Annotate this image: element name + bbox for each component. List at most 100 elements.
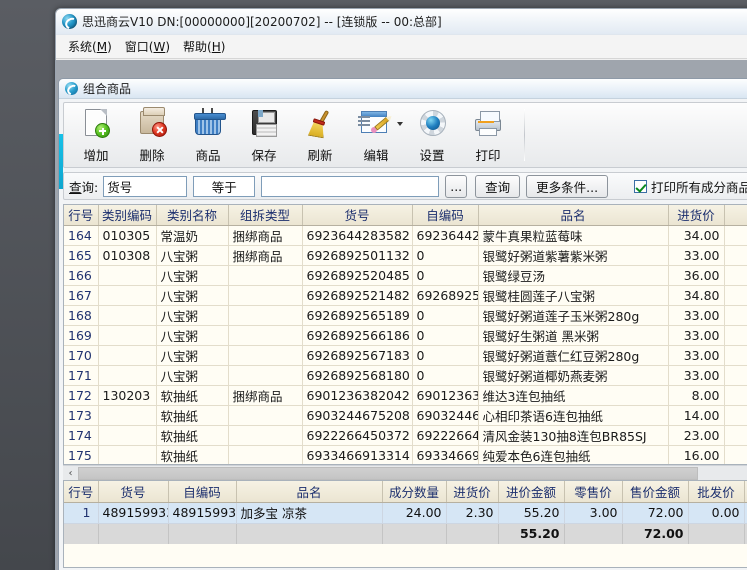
cell-货号[interactable]: 6923644283582 — [302, 225, 413, 246]
cell-批发价[interactable]: 0.0 — [724, 325, 747, 346]
dcell-零售价[interactable]: 3.00 — [564, 502, 623, 524]
save-button[interactable]: 保存 — [236, 106, 292, 166]
table-row[interactable]: 171 八宝粥 69268925681800银鹭好粥道椰奶燕麦粥33.000.0 — [64, 365, 747, 386]
cell-批发价[interactable]: 0.0 — [724, 425, 747, 446]
cell-类别名称[interactable]: 软抽纸 — [156, 405, 229, 426]
cell-类别名称[interactable]: 常温奶 — [156, 225, 229, 246]
query-more-conditions-button[interactable]: 更多条件... — [526, 174, 609, 198]
cell-进货价[interactable]: 34.80 — [668, 285, 725, 306]
query-value-input[interactable] — [261, 175, 440, 197]
cell-类别名称[interactable]: 八宝粥 — [156, 365, 229, 386]
cell-货号[interactable]: 6922266450372 — [302, 425, 413, 446]
col-header-item-name[interactable]: 品名 — [478, 205, 669, 226]
cell-进货价[interactable]: 36.00 — [668, 265, 725, 286]
cell-货号[interactable]: 6926892565189 — [302, 305, 413, 326]
cell-行号[interactable]: 165 — [64, 245, 99, 266]
dcell-成分数量[interactable]: 24.00 — [382, 502, 447, 524]
cell-类别名称[interactable]: 八宝粥 — [156, 325, 229, 346]
cell-组拆类型[interactable] — [228, 285, 303, 306]
cell-批发价[interactable]: 0.0 — [724, 245, 747, 266]
cell-行号[interactable]: 174 — [64, 425, 99, 446]
cell-批发价[interactable]: 0.0 — [724, 305, 747, 326]
cell-自编码[interactable]: 0 — [412, 345, 479, 366]
dcol-header-retail-price[interactable]: 零售价 — [564, 481, 623, 503]
cell-类别编码[interactable] — [98, 405, 157, 426]
cell-自编码[interactable]: 0 — [412, 365, 479, 386]
menu-item-system[interactable]: 系统(M) — [64, 36, 121, 57]
cell-组拆类型[interactable] — [228, 265, 303, 286]
dcol-header-rowno[interactable]: 行号 — [64, 481, 99, 503]
cell-类别名称[interactable]: 软抽纸 — [156, 385, 229, 406]
cell-品名[interactable]: 纯爱本色6连包抽纸 — [478, 445, 669, 464]
dcell-行号[interactable]: 1 — [64, 502, 99, 524]
cell-批发价[interactable]: 0.0 — [724, 405, 747, 426]
cell-批发价[interactable]: 0.0 — [724, 385, 747, 406]
cell-组拆类型[interactable]: 捆绑商品 — [228, 245, 303, 266]
dcell-进价金额[interactable]: 55.20 — [498, 502, 565, 524]
menu-item-help[interactable]: 帮助(H) — [179, 36, 234, 57]
cell-类别编码[interactable] — [98, 305, 157, 326]
cell-进货价[interactable]: 23.00 — [668, 425, 725, 446]
hscrollbar-thumb[interactable] — [78, 467, 698, 480]
dcell-售价金额[interactable]: 72.00 — [622, 502, 689, 524]
table-row[interactable]: 168 八宝粥 69268925651890银鹭好粥道莲子玉米粥280g33.000… — [64, 305, 747, 326]
cell-自编码[interactable]: 0 — [412, 325, 479, 346]
cell-批发价[interactable]: 0.0 — [724, 225, 747, 246]
cell-进货价[interactable]: 16.00 — [668, 445, 725, 464]
dcol-header-wholesale-price[interactable]: 批发价 — [688, 481, 745, 503]
cell-货号[interactable]: 6901236382042 — [302, 385, 413, 406]
query-browse-button[interactable]: ... — [445, 174, 468, 198]
col-header-category-code[interactable]: 类别编码 — [98, 205, 157, 226]
dcell-进货价[interactable]: 2.30 — [446, 502, 499, 524]
table-row[interactable]: 148915993383934891599338393加多宝 凉茶24.002.… — [64, 502, 747, 524]
dcell-批发价[interactable]: 0.00 — [688, 502, 745, 524]
cell-组拆类型[interactable] — [228, 425, 303, 446]
cell-类别名称[interactable]: 八宝粥 — [156, 265, 229, 286]
add-button[interactable]: 增加 — [68, 106, 124, 166]
col-header-rowno[interactable]: 行号 — [64, 205, 99, 226]
dcol-header-purchase-price[interactable]: 进货价 — [446, 481, 499, 503]
cell-类别编码[interactable] — [98, 265, 157, 286]
cell-品名[interactable]: 银鹭绿豆汤 — [478, 265, 669, 286]
cell-批发价[interactable]: 0.0 — [724, 365, 747, 386]
col-header-item-no[interactable]: 货号 — [302, 205, 413, 226]
cell-品名[interactable]: 蒙牛真果粒蓝莓味 — [478, 225, 669, 246]
cell-类别名称[interactable]: 八宝粥 — [156, 345, 229, 366]
col-header-purchase-price[interactable]: 进货价 — [668, 205, 725, 226]
cell-品名[interactable]: 维达3连包抽纸 — [478, 385, 669, 406]
cell-品名[interactable]: 银鹭好生粥道 黑米粥 — [478, 325, 669, 346]
cell-组拆类型[interactable] — [228, 405, 303, 426]
cell-行号[interactable]: 168 — [64, 305, 99, 326]
table-row[interactable]: 173软抽纸69032446752086903244675208心相印茶语6连包… — [64, 405, 747, 426]
cell-类别编码[interactable] — [98, 425, 157, 446]
cell-自编码[interactable]: 6903244675208 — [412, 405, 479, 426]
cell-类别编码[interactable]: 130203 — [98, 385, 157, 406]
cell-组拆类型[interactable] — [228, 445, 303, 464]
cell-进货价[interactable]: 33.00 — [668, 245, 725, 266]
cell-行号[interactable]: 170 — [64, 345, 99, 366]
cell-货号[interactable]: 6903244675208 — [302, 405, 413, 426]
table-row[interactable]: 172130203软抽纸捆绑商品690123638204269012363820… — [64, 385, 747, 406]
delete-button[interactable]: 删除 — [124, 106, 180, 166]
cell-类别编码[interactable]: 010305 — [98, 225, 157, 246]
chevron-down-icon[interactable] — [397, 122, 403, 126]
cell-组拆类型[interactable] — [228, 365, 303, 386]
cell-自编码[interactable]: 6901236382042 — [412, 385, 479, 406]
menu-item-window[interactable]: 窗口(W) — [121, 36, 179, 57]
cell-类别编码[interactable]: 010308 — [98, 245, 157, 266]
cell-进货价[interactable]: 8.00 — [668, 385, 725, 406]
col-header-self-code[interactable]: 自编码 — [412, 205, 479, 226]
edit-button[interactable]: 编辑 — [348, 106, 404, 166]
print-all-components-checkbox[interactable] — [633, 179, 647, 193]
table-row[interactable]: 164010305常温奶捆绑商品692364428358269236442835… — [64, 225, 747, 246]
cell-类别编码[interactable] — [98, 325, 157, 346]
cell-自编码[interactable]: 6923644283582 — [412, 225, 479, 246]
cell-自编码[interactable]: 0 — [412, 245, 479, 266]
cell-进货价[interactable]: 14.00 — [668, 405, 725, 426]
cell-品名[interactable]: 银鹭好粥道薏仁红豆粥280g — [478, 345, 669, 366]
col-header-combo-type[interactable]: 组拆类型 — [228, 205, 303, 226]
cell-类别编码[interactable] — [98, 285, 157, 306]
cell-批发价[interactable]: 0.0 — [724, 445, 747, 464]
main-grid[interactable]: 行号 类别编码 类别名称 组拆类型 货号 自编码 品名 进货价 批发价 — [63, 204, 747, 465]
table-row[interactable]: 170 八宝粥 69268925671830银鹭好粥道薏仁红豆粥280g33.000… — [64, 345, 747, 366]
